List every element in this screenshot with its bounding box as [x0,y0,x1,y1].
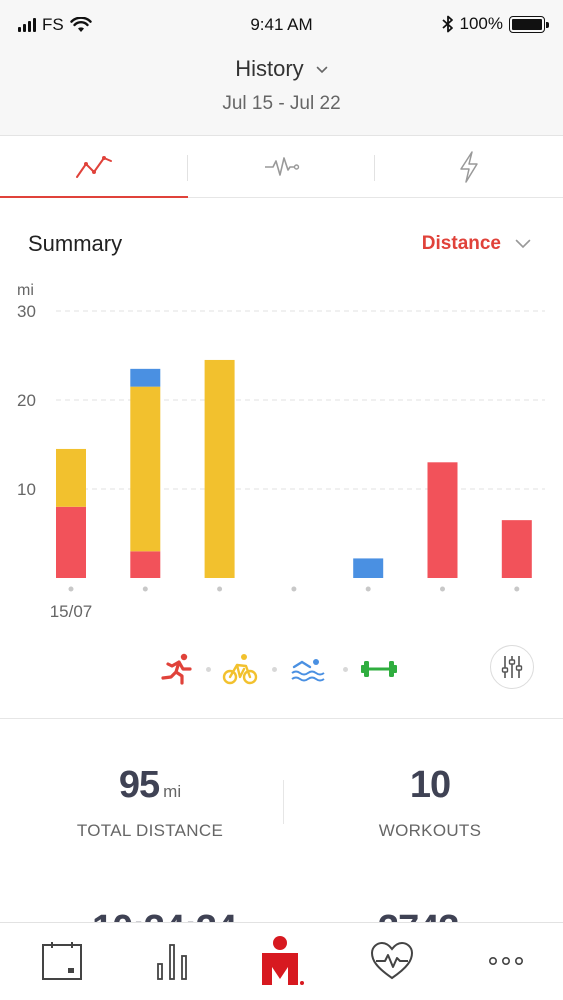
total-distance-label: TOTAL DISTANCE [76,821,224,840]
bar-segment [204,359,235,578]
bar-chart-icon [157,944,187,980]
chevron-down-icon [515,239,531,249]
heartbeat-wave-icon [264,157,299,176]
x-axis-dot [514,586,520,592]
bar-segment [56,448,86,507]
x-axis-dot [217,586,223,592]
legend-separator-dot [343,667,348,672]
x-axis-dot [365,586,371,592]
summary-title: Summary [28,231,123,256]
y-tick-label: 20 [17,391,36,410]
nav-more[interactable] [476,933,536,989]
lightning-icon [460,151,478,183]
bar-segment [130,386,161,552]
bar-segment [501,520,532,578]
top-bar: FS 9:41 AM 100% History Jul 15 - Jul 22 [0,0,563,136]
y-tick-label: 30 [17,302,36,321]
total-distance-value: 95 [118,764,160,806]
page-title: History [235,56,304,81]
date-range[interactable]: Jul 15 - Jul 22 [0,93,563,115]
nav-home[interactable] [252,933,312,989]
tab-trends[interactable] [0,137,188,198]
history-tabs [0,137,563,198]
tab-divider [374,155,375,181]
bar-segment [56,506,86,578]
metric-selector[interactable]: Distance [422,233,531,255]
status-bar: FS 9:41 AM 100% [0,0,563,48]
ironman-logo-icon [262,936,304,985]
bar-segment [427,462,458,578]
x-axis-dot [291,586,297,592]
workouts-value: 10 [409,764,451,806]
more-icon [488,956,523,966]
strength-icon[interactable] [360,653,398,690]
nav-stats[interactable] [142,933,202,989]
page-title-dropdown[interactable]: History [0,56,563,82]
battery-icon [509,15,549,33]
bar-segment [130,551,161,578]
section-divider [0,718,563,719]
total-distance-unit: mi [163,782,182,801]
legend-separator-dot [206,667,211,672]
heart-health-icon [370,941,414,980]
distance-chart: mi10203015/0722/07 [17,282,545,621]
x-axis-dot [68,586,74,592]
running-icon[interactable] [160,653,194,690]
bar-segment [130,368,161,387]
tab-divider [187,155,188,181]
stats-divider [283,780,284,824]
x-axis-dot [440,586,445,592]
workouts-stat: 10 WORKOUTS [320,764,540,841]
x-tick-label-start: 15/07 [50,602,93,621]
swimming-icon[interactable] [290,653,326,690]
total-distance-stat: 95 mi TOTAL DISTANCE [40,764,260,841]
metric-label: Distance [421,233,501,254]
calendar-icon [42,942,82,980]
nav-calendar[interactable] [32,933,92,989]
filter-settings-button[interactable] [490,645,534,689]
x-axis-dot [142,586,148,592]
sliders-icon [501,656,523,678]
status-right: 100% [441,14,549,34]
y-tick-label: 10 [17,480,36,499]
battery-percent: 100% [459,14,503,33]
chevron-down-icon [316,66,328,74]
sport-legend [0,645,563,695]
cycling-icon[interactable] [222,653,258,690]
y-axis-unit-label: mi [17,282,34,299]
bottom-nav [0,922,563,1000]
legend-separator-dot [272,667,277,672]
tab-power[interactable] [375,137,563,197]
tab-heart-rate[interactable] [188,137,376,197]
workouts-label: WORKOUTS [378,821,482,840]
nav-health[interactable] [362,933,422,989]
trend-line-icon [75,156,112,178]
bar-segment [353,558,384,578]
bluetooth-icon [441,15,453,33]
